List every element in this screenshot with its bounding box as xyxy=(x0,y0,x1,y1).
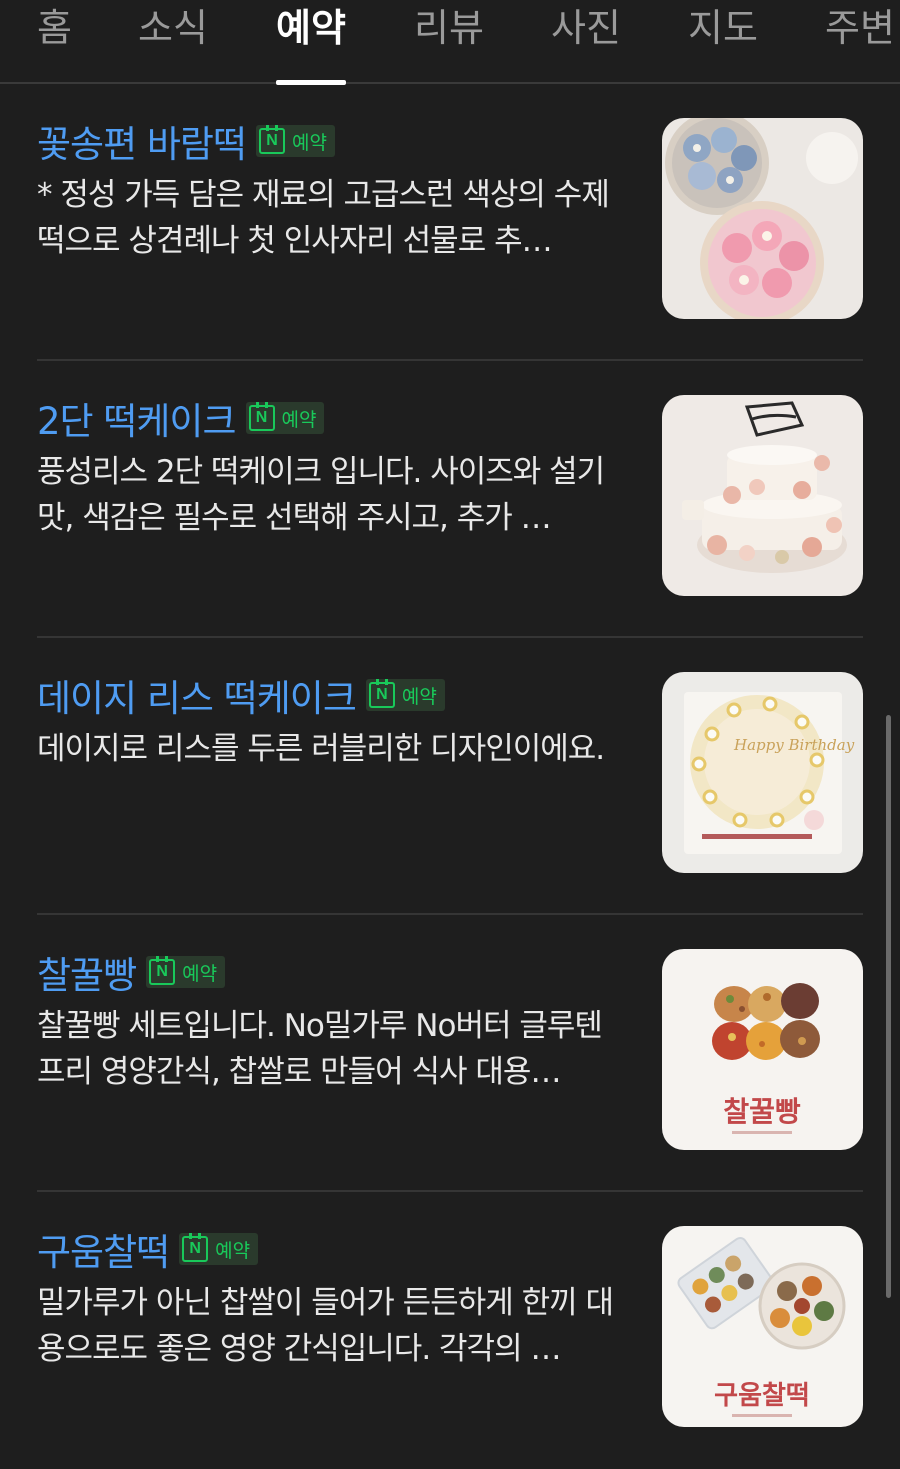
list-item[interactable]: 2단 떡케이크 N 예약 풍성리스 2단 떡케이크 입니다. 사이즈와 설기 맛… xyxy=(37,361,863,638)
item-description: 데이지로 리스를 두른 러블리한 디자인이에요. xyxy=(37,731,605,767)
item-title-row: 데이지 리스 떡케이크 N 예약 xyxy=(37,670,445,720)
guumchaltteok-photo[interactable]: 구움찰떡 xyxy=(662,1226,863,1427)
booking-badge: N 예약 xyxy=(256,125,335,157)
naver-booking-icon: N xyxy=(149,956,176,985)
tab-reviews[interactable]: 리뷰 xyxy=(414,4,484,82)
cake-text-happy-birthday: Happy Birthday xyxy=(733,736,855,754)
naver-booking-icon: N xyxy=(182,1233,209,1262)
tab-booking-label: 예약 xyxy=(276,6,346,50)
item-title-row: 구움찰떡 N 예약 xyxy=(37,1222,259,1276)
scrollbar[interactable] xyxy=(886,715,891,1298)
songpyeon-photo[interactable] xyxy=(662,118,863,319)
product-name-text: 찰꿀빵 xyxy=(723,1095,801,1128)
naver-booking-icon: N xyxy=(259,125,286,154)
item-title-row: 꽃송편 바람떡 N 예약 xyxy=(37,116,335,166)
list-item[interactable]: 데이지 리스 떡케이크 N 예약 데이지로 리스를 두른 러블리한 디자인이에요… xyxy=(37,638,863,915)
naver-booking-icon: N xyxy=(368,679,395,708)
item-title-row: 2단 떡케이크 N 예약 xyxy=(37,391,325,445)
booking-badge-label: 예약 xyxy=(401,685,437,708)
item-title-row: 찰꿀빵 N 예약 xyxy=(37,945,226,999)
item-title[interactable]: 2단 떡케이크 xyxy=(37,391,237,445)
item-title[interactable]: 데이지 리스 떡케이크 xyxy=(37,668,357,722)
tab-nearby[interactable]: 주변 xyxy=(825,4,895,82)
booking-badge: N 예약 xyxy=(245,402,325,434)
item-title[interactable]: 찰꿀빵 xyxy=(37,945,137,999)
item-description: 찰꿀빵 세트입니다. No밀가루 No버터 글루텐프리 영양간식, 찹쌀로 만들… xyxy=(37,1008,603,1090)
booking-badge: N 예약 xyxy=(146,956,226,988)
naver-booking-icon: N xyxy=(248,402,275,431)
item-title[interactable]: 꽃송편 바람떡 xyxy=(37,114,247,168)
tab-photos[interactable]: 사진 xyxy=(551,4,621,82)
tab-news[interactable]: 소식 xyxy=(138,4,208,82)
booking-badge-label: 예약 xyxy=(182,962,218,985)
item-description: * 정성 가득 담은 재료의 고급스런 색상의 수제떡으로 상견례나 첫 인사자… xyxy=(37,177,610,259)
booking-badge-label: 예약 xyxy=(292,131,327,154)
daisy-cake-photo[interactable]: Happy Birthday xyxy=(662,672,863,873)
booking-badge: N 예약 xyxy=(365,679,445,711)
booking-badge-label: 예약 xyxy=(215,1239,251,1262)
product-name-text: 구움찰떡 xyxy=(714,1381,810,1411)
booking-badge: N 예약 xyxy=(179,1233,259,1265)
chalkkulppang-photo[interactable]: 찰꿀빵 xyxy=(662,949,863,1150)
tab-bar: 홈 소식 예약 리뷰 사진 지도 주변 xyxy=(0,0,900,85)
list-item[interactable]: 구움찰떡 N 예약 밀가루가 아닌 찹쌀이 들어가 든든하게 한끼 대용으로도 … xyxy=(37,1192,863,1469)
two-tier-cake-photo[interactable] xyxy=(662,395,863,596)
booking-badge-label: 예약 xyxy=(281,408,317,431)
item-description: 밀가루가 아닌 찹쌀이 들어가 든든하게 한끼 대용으로도 좋은 영양 간식입니… xyxy=(37,1285,614,1367)
item-description: 풍성리스 2단 떡케이크 입니다. 사이즈와 설기 맛, 색감은 필수로 선택해… xyxy=(37,454,605,536)
list-item[interactable]: 꽃송편 바람떡 N 예약 * 정성 가득 담은 재료의 고급스런 색상의 수제떡… xyxy=(37,84,863,361)
list-item[interactable]: 찰꿀빵 N 예약 찰꿀빵 세트입니다. No밀가루 No버터 글루텐프리 영양간… xyxy=(37,915,863,1192)
tab-booking[interactable]: 예약 xyxy=(276,4,346,85)
tab-home[interactable]: 홈 xyxy=(37,4,72,82)
tab-map[interactable]: 지도 xyxy=(688,4,758,82)
item-title[interactable]: 구움찰떡 xyxy=(37,1222,170,1276)
